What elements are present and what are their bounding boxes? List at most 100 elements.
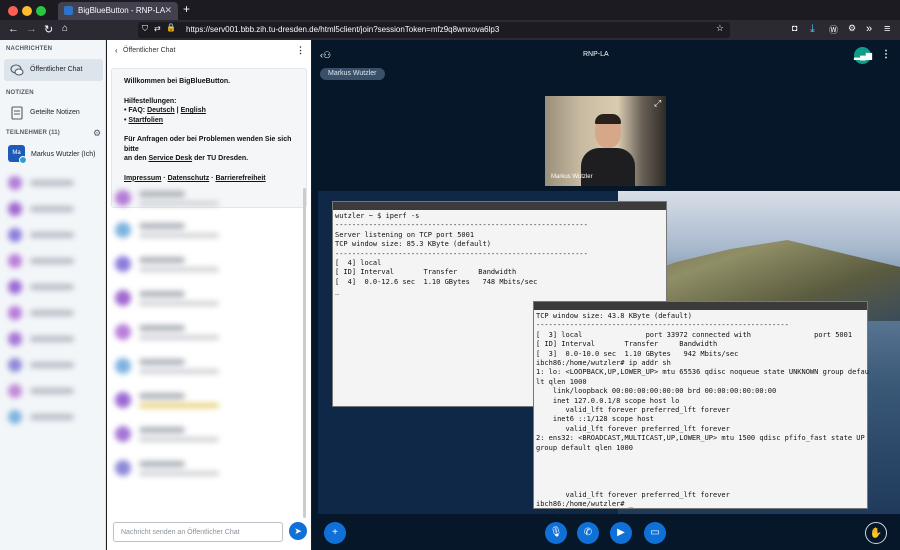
screenshare-fullscreen-icon[interactable]: ⤢ xyxy=(888,196,894,206)
participant-self[interactable]: Ma Markus Wutzler (Ich) xyxy=(4,144,103,168)
barrierefreiheit-link[interactable]: Barrierefreiheit xyxy=(215,175,265,182)
datenschutz-link[interactable]: Datenschutz xyxy=(168,175,210,182)
terminal-line: wutzler ~ $ iperf -s xyxy=(335,212,420,220)
raise-hand-button[interactable]: ✋ xyxy=(865,522,887,544)
chat-scrollbar[interactable] xyxy=(303,188,306,518)
faq-english-link[interactable]: English xyxy=(181,107,206,114)
reload-icon[interactable]: ↻ xyxy=(44,23,53,36)
url-text[interactable]: https://serv001.bbb.zih.tu-dresden.de/ht… xyxy=(186,25,499,34)
terminal-line: [ 4] 0.0-12.6 sec 1.10 GBytes 748 Mbits/… xyxy=(335,277,538,286)
impressum-link[interactable]: Impressum xyxy=(124,175,161,182)
support-text-1: Für Anfragen oder bei Problemen wenden S… xyxy=(124,136,292,153)
terminal-line: link/loopback 00:00:00:00:00:00 brd 00:0… xyxy=(536,387,777,396)
terminal-line: [ 3] local port 33972 connected with por… xyxy=(536,330,853,339)
webcam-video[interactable]: ⤢ Markus Wutzler xyxy=(545,96,666,186)
url-bar[interactable]: ⛉ ⇄ 🔒 https://serv001.bbb.zih.tu-dresden… xyxy=(138,22,730,38)
permissions-icon[interactable]: ⇄ xyxy=(154,24,161,33)
home-icon[interactable]: ⌂ xyxy=(62,23,68,34)
close-tab-icon[interactable]: ✕ xyxy=(164,5,172,16)
list-item[interactable] xyxy=(8,384,98,398)
download-icon[interactable]: ⤓ xyxy=(810,23,815,36)
extension-2-icon[interactable]: ⚙ xyxy=(848,23,856,34)
screenshare-view: wutzler ~ $ iperf -s --------------------… xyxy=(318,191,900,514)
faq-separator: | xyxy=(176,107,179,114)
list-item[interactable] xyxy=(8,176,98,190)
start-slides-link[interactable]: Startfolien xyxy=(128,117,163,124)
camera-button[interactable]: ▶ xyxy=(610,522,632,544)
list-item[interactable] xyxy=(8,332,98,346)
list-item[interactable] xyxy=(8,306,98,320)
sidebar-item-shared-notes[interactable]: Geteilte Notizen xyxy=(4,102,103,124)
chat-panel: ‹ Öffentlicher Chat ⋮ Willkommen bei Big… xyxy=(107,40,311,550)
faq-label: • FAQ: xyxy=(124,107,146,114)
chat-options-icon[interactable]: ⋮ xyxy=(296,45,305,56)
connection-status-icon[interactable]: ▂▄▆ xyxy=(854,47,872,64)
meeting-title: RNP-LA xyxy=(583,51,609,58)
fullscreen-icon[interactable]: ⤢ xyxy=(654,98,661,109)
new-tab-button[interactable]: + xyxy=(183,2,190,16)
toggle-userlist-icon[interactable]: ‹⚇ xyxy=(320,50,331,61)
microphone-button[interactable]: 🎙 xyxy=(545,522,567,544)
terminal-line: TCP window size: 43.8 KByte (default) xyxy=(536,312,692,320)
pocket-icon[interactable]: ◘ xyxy=(792,23,797,33)
actions-plus-button[interactable]: + xyxy=(324,522,346,544)
terminal-line: 2: ens32: <BROADCAST,MULTICAST,UP,LOWER_… xyxy=(536,434,865,443)
chat-message xyxy=(113,288,293,314)
menu-icon[interactable]: ≡ xyxy=(884,23,890,35)
terminal-line: [ ID] Interval Transfer Bandwidth xyxy=(536,340,718,349)
faq-german-link[interactable]: Deutsch xyxy=(147,107,175,114)
messages-section-title: NACHRICHTEN xyxy=(6,46,53,52)
terminal-line: ibch86:/home/wutzler# _ xyxy=(536,500,633,509)
support-text-2b: der TU Dresden. xyxy=(194,155,249,162)
bookmark-star-icon[interactable]: ☆ xyxy=(716,23,724,34)
chat-message-input[interactable]: Nachricht senden an Öffentlicher Chat xyxy=(113,522,283,542)
screenshare-button[interactable]: ▭ xyxy=(644,522,666,544)
notes-icon xyxy=(11,106,23,120)
list-item[interactable] xyxy=(8,280,98,294)
list-item[interactable] xyxy=(8,228,98,242)
overflow-icon[interactable]: » xyxy=(866,23,872,35)
list-item[interactable] xyxy=(8,254,98,268)
list-item[interactable] xyxy=(8,358,98,372)
terminal-line: valid_lft forever preferred_lft forever xyxy=(536,406,730,415)
welcome-title: Willkommen bei BigBlueButton. xyxy=(124,78,231,85)
phone-button[interactable]: ✆ xyxy=(577,522,599,544)
list-item[interactable] xyxy=(8,410,98,424)
notes-section-title: NOTIZEN xyxy=(6,90,34,96)
chevron-left-icon[interactable]: ‹ xyxy=(115,46,118,55)
minimize-window-button[interactable] xyxy=(22,6,32,16)
close-window-button[interactable] xyxy=(8,6,18,16)
chat-message xyxy=(113,356,293,382)
chat-message xyxy=(113,322,293,348)
sidebar-item-public-chat[interactable]: Öffentlicher Chat xyxy=(4,59,103,81)
lock-icon[interactable]: 🔒 xyxy=(166,23,176,32)
forward-icon[interactable]: → xyxy=(26,23,37,35)
chat-message xyxy=(113,424,293,450)
terminal-line: inet 127.0.0.1/8 scope host lo xyxy=(536,396,680,405)
service-desk-link[interactable]: Service Desk xyxy=(149,155,193,162)
terminal-output: wutzler ~ $ iperf -s --------------------… xyxy=(335,212,588,297)
gear-icon[interactable]: ⚙ xyxy=(93,128,101,139)
maximize-window-button[interactable] xyxy=(36,6,46,16)
terminal-line: TCP window size: 85.3 KByte (default) xyxy=(335,240,491,249)
options-menu-icon[interactable]: ⋮ xyxy=(881,49,891,60)
help-title: Hilfestellungen: xyxy=(124,97,177,105)
chat-title: Öffentlicher Chat xyxy=(123,47,176,54)
send-message-button[interactable]: ➤ xyxy=(289,522,307,540)
list-item[interactable] xyxy=(8,202,98,216)
terminal-line: ----------------------------------------… xyxy=(335,249,588,258)
browser-tab[interactable]: BigBlueButton - RNP-LA ✕ xyxy=(58,2,178,20)
terminal-window-client[interactable]: TCP window size: 43.8 KByte (default) ---… xyxy=(533,301,869,509)
sidebar-item-label: Geteilte Notizen xyxy=(30,109,80,116)
shield-icon[interactable]: ⛉ xyxy=(142,24,148,34)
extension-icon[interactable]: Ⓦ xyxy=(829,23,838,36)
user-list-sidebar: NACHRICHTEN Öffentlicher Chat NOTIZEN Ge… xyxy=(0,40,106,550)
webcam-name: Markus Wutzler xyxy=(551,174,593,180)
terminal-line: Server listening on TCP port 5001 xyxy=(335,230,475,239)
terminal-line: lt qlen 1000 xyxy=(536,377,587,386)
back-icon[interactable]: ← xyxy=(8,23,19,35)
